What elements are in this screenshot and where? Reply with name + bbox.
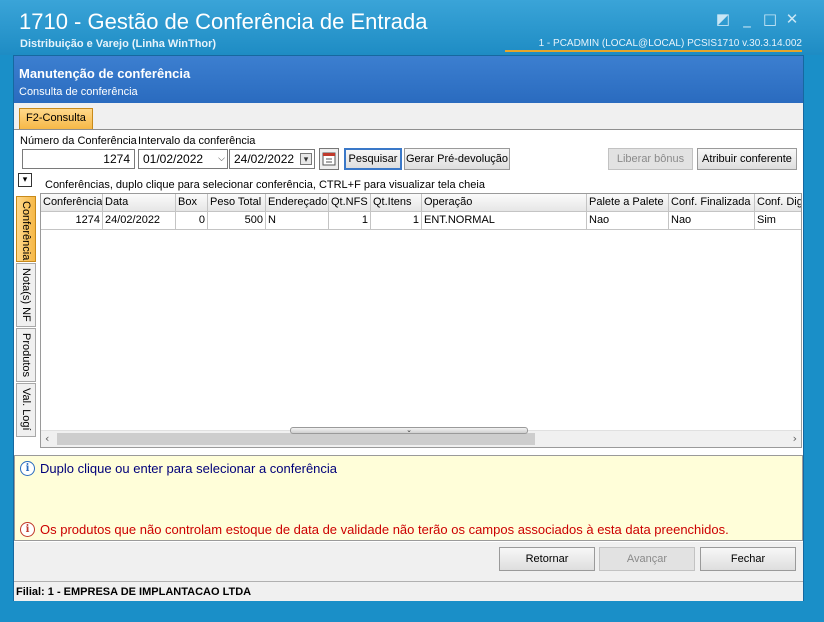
maximize-icon[interactable]: □ <box>762 11 778 27</box>
info-icon: i <box>20 461 35 476</box>
header-subtitle: Consulta de conferência <box>19 86 138 98</box>
fechar-button[interactable]: Fechar <box>700 547 796 571</box>
col-peso-total[interactable]: Peso Total <box>208 194 266 212</box>
scroll-left-icon[interactable]: ‹ <box>45 432 49 445</box>
tabstrip: F2-Consulta <box>14 103 803 130</box>
side-tab-notas[interactable]: Nota(s) NF <box>16 263 36 327</box>
footer-buttons: Retornar Avançar Fechar <box>14 542 803 580</box>
cell-conf-finalizada: Nao <box>669 212 755 230</box>
cell-qt-nfs: 1 <box>329 212 371 230</box>
info-message-validade: Os produtos que não controlam estoque de… <box>40 522 729 537</box>
side-tab-produtos-label: Produtos <box>20 333 32 378</box>
grid-header: Conferência Data Box Peso Total Endereça… <box>41 194 801 212</box>
side-tab-val-logi[interactable]: Val. Logí <box>16 383 36 437</box>
dropdown-arrow-icon[interactable]: ▾ <box>300 153 312 165</box>
close-icon[interactable]: ✕ <box>784 11 800 27</box>
col-conferencia[interactable]: Conferência <box>41 194 103 212</box>
col-qt-itens[interactable]: Qt.Itens <box>371 194 422 212</box>
cell-enderecado: N <box>266 212 329 230</box>
panel-splitter[interactable]: ⌄ <box>290 427 528 434</box>
cell-box: 0 <box>176 212 208 230</box>
conferencias-grid[interactable]: Conferência Data Box Peso Total Endereça… <box>40 193 802 448</box>
table-row[interactable]: 1274 24/02/2022 0 500 N 1 1 ENT.NORMAL N… <box>41 212 801 230</box>
title-bar: 1710 - Gestão de Conferência de Entrada … <box>0 0 824 55</box>
col-qt-nfs[interactable]: Qt.NFS <box>329 194 371 212</box>
date-to-input[interactable]: 24/02/2022 ▾ <box>229 149 315 169</box>
col-conf-dig[interactable]: Conf. Dig <box>755 194 801 212</box>
minimize-icon[interactable]: _ <box>739 11 755 27</box>
pesquisar-button[interactable]: Pesquisar <box>344 148 402 170</box>
cell-operacao: ENT.NORMAL <box>422 212 587 230</box>
retornar-button[interactable]: Retornar <box>499 547 595 571</box>
calendar-button[interactable] <box>319 148 339 170</box>
col-palete-a-palete[interactable]: Palete a Palete <box>587 194 669 212</box>
cell-qt-itens: 1 <box>371 212 422 230</box>
col-data[interactable]: Data <box>103 194 176 212</box>
main-window: Manutenção de conferência Consulta de co… <box>13 55 804 601</box>
col-conf-finalizada[interactable]: Conf. Finalizada <box>669 194 755 212</box>
grid-hint: Conferências, duplo clique para selecion… <box>45 179 485 191</box>
chevron-down-icon[interactable]: ⌵ <box>218 153 225 164</box>
scroll-right-icon[interactable]: › <box>793 432 797 445</box>
side-tab-conferencia-label: Conferência <box>20 201 32 261</box>
calendar-icon <box>322 152 336 166</box>
collapse-button[interactable]: ▾ <box>18 173 32 187</box>
scrollbar-thumb[interactable] <box>57 433 535 445</box>
cell-data: 24/02/2022 <box>103 212 176 230</box>
side-tab-val-logi-label: Val. Logí <box>20 388 32 431</box>
status-bar: Filial: 1 - EMPRESA DE IMPLANTACAO LTDA <box>14 581 803 601</box>
numero-conferencia-label: Número da Conferência <box>20 135 137 147</box>
date-from-input[interactable]: 01/02/2022 ⌵ <box>138 149 228 169</box>
cell-palete-a-palete: Nao <box>587 212 669 230</box>
side-tab-produtos[interactable]: Produtos <box>16 328 36 382</box>
col-enderecado[interactable]: Endereçado <box>266 194 329 212</box>
header-panel: Manutenção de conferência Consulta de co… <box>14 56 803 103</box>
session-info: 1 - PCADMIN (LOCAL@LOCAL) PCSIS1710 v.30… <box>504 38 802 52</box>
header-title: Manutenção de conferência <box>19 66 191 81</box>
avancar-button[interactable]: Avançar <box>599 547 695 571</box>
liberar-bonus-button[interactable]: Liberar bônus <box>608 148 693 170</box>
side-tabs: Conferência Nota(s) NF Produtos Val. Log… <box>16 196 36 466</box>
intervalo-label: Intervalo da conferência <box>138 135 256 147</box>
tab-consulta[interactable]: F2-Consulta <box>19 108 93 129</box>
date-to-value: 24/02/2022 <box>234 152 295 166</box>
app-subtitle: Distribuição e Varejo (Linha WinThor) <box>20 38 217 50</box>
col-box[interactable]: Box <box>176 194 208 212</box>
numero-conferencia-input[interactable]: 1274 <box>22 149 135 169</box>
col-operacao[interactable]: Operação <box>422 194 587 212</box>
cell-conferencia: 1274 <box>41 212 103 230</box>
info-panel: i Duplo clique ou enter para selecionar … <box>14 455 803 541</box>
cell-peso-total: 500 <box>208 212 266 230</box>
side-tab-conferencia[interactable]: Conferência <box>16 196 36 262</box>
restore-icon[interactable]: ◩ <box>715 11 731 27</box>
info-message-select: Duplo clique ou enter para selecionar a … <box>40 461 338 476</box>
cell-conf-dig: Sim <box>755 212 801 230</box>
app-title: 1710 - Gestão de Conferência de Entrada <box>19 9 428 34</box>
atribuir-conferente-button[interactable]: Atribuir conferente <box>697 148 797 170</box>
date-from-value: 01/02/2022 <box>143 152 204 166</box>
warning-info-icon: i <box>20 522 35 537</box>
gerar-pre-devolucao-button[interactable]: Gerar Pré-devolução <box>404 148 510 170</box>
side-tab-notas-label: Nota(s) NF <box>20 268 32 322</box>
